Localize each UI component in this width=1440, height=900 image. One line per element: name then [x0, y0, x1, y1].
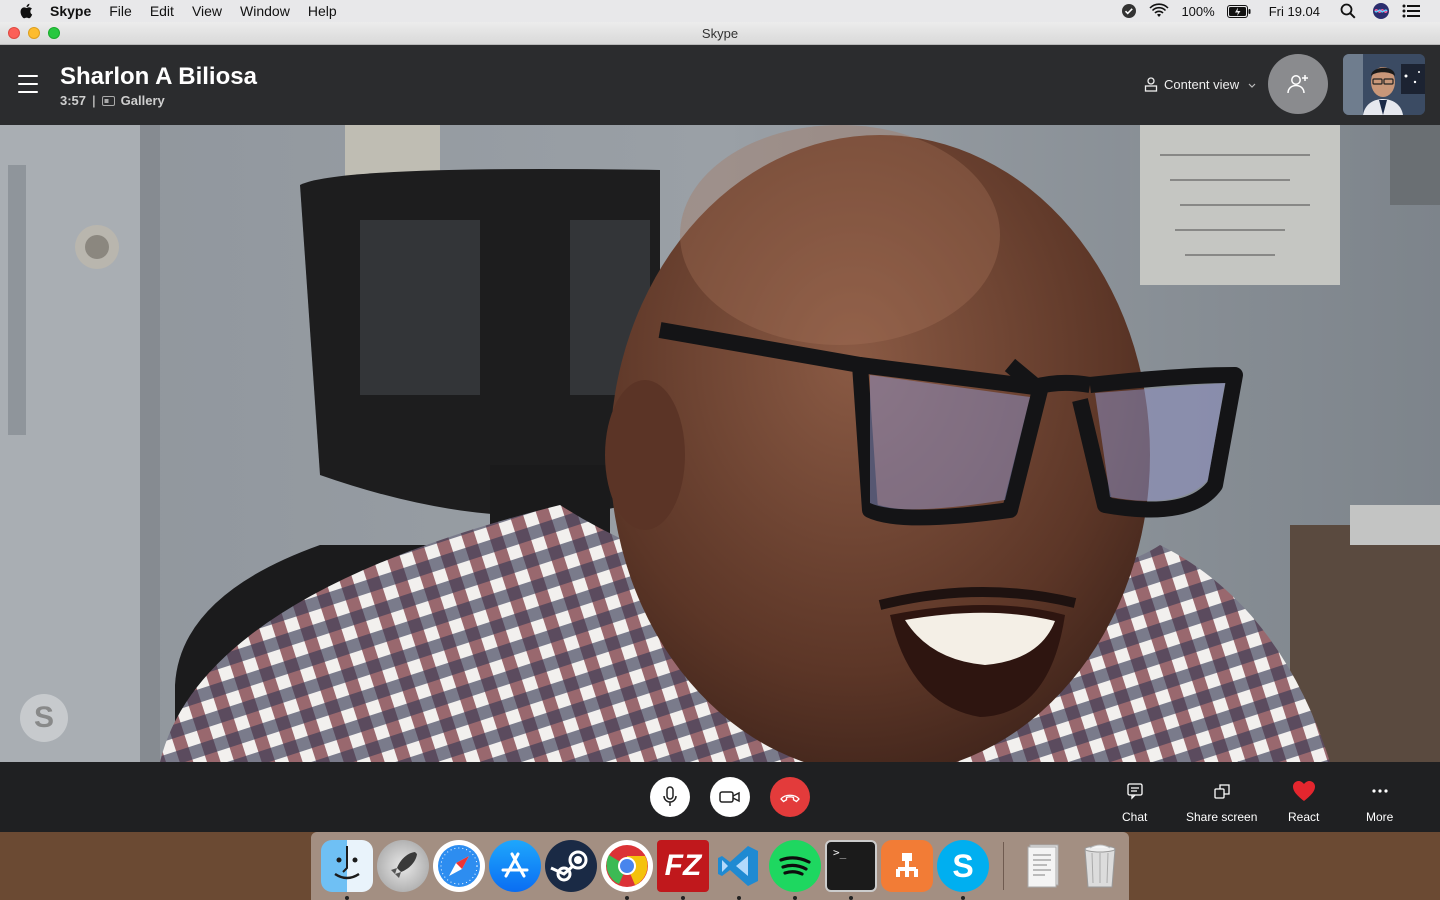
- menu-bar: Skype File Edit View Window Help 100% Fr…: [0, 0, 1440, 22]
- dock-launchpad[interactable]: [377, 840, 429, 892]
- mute-microphone-button[interactable]: [650, 777, 690, 817]
- siri-icon[interactable]: [1372, 2, 1390, 20]
- vscode-icon: [713, 840, 765, 892]
- content-view-label: Content view: [1164, 77, 1240, 92]
- window-close-button[interactable]: [8, 27, 20, 39]
- toggle-video-button[interactable]: [710, 777, 750, 817]
- trash-icon: [1074, 840, 1126, 892]
- chat-icon: [1127, 783, 1143, 800]
- safari-icon: [433, 840, 485, 892]
- add-participant-button[interactable]: [1268, 54, 1328, 114]
- terminal-prompt: >_: [833, 846, 847, 859]
- hamburger-menu-icon[interactable]: [18, 75, 38, 93]
- call-header: Sharlon A Biliosa 3:57 | Gallery Content…: [0, 45, 1440, 125]
- wifi-icon[interactable]: [1149, 3, 1170, 19]
- documents-icon: [1018, 840, 1070, 892]
- gallery-icon: [101, 95, 115, 106]
- chrome-icon: [601, 840, 653, 892]
- chat-button[interactable]: Chat: [1122, 780, 1147, 824]
- dock-sourcetree[interactable]: [881, 840, 933, 892]
- heart-icon: [1292, 781, 1315, 801]
- self-video-thumbnail[interactable]: [1343, 54, 1425, 115]
- microphone-icon: [663, 786, 677, 806]
- react-button[interactable]: React: [1288, 780, 1319, 824]
- call-duration: 3:57: [60, 93, 87, 108]
- sourcetree-icon: [881, 840, 933, 892]
- more-dots-icon: [1372, 789, 1388, 793]
- menu-window[interactable]: Window: [240, 3, 290, 19]
- more-label: More: [1366, 810, 1394, 824]
- dock-vscode[interactable]: [713, 840, 765, 900]
- dock-terminal[interactable]: >_: [825, 840, 877, 900]
- macos-dock: FZ >_ S: [311, 832, 1129, 900]
- menu-file[interactable]: File: [109, 3, 132, 19]
- launchpad-icon: [377, 840, 429, 892]
- chevron-down-icon: [1248, 83, 1256, 88]
- apple-logo-icon[interactable]: [18, 2, 36, 20]
- window-minimize-button[interactable]: [28, 27, 40, 39]
- view-mode-label[interactable]: Gallery: [121, 93, 165, 108]
- dock-separator: [1003, 842, 1004, 890]
- share-screen-button[interactable]: Share screen: [1186, 780, 1257, 824]
- menu-help[interactable]: Help: [308, 3, 337, 19]
- skype-icon: S: [937, 840, 989, 892]
- window-title: Skype: [701, 25, 739, 41]
- subtitle-separator: |: [92, 93, 96, 108]
- chat-label: Chat: [1122, 810, 1148, 824]
- dock-skype[interactable]: S: [937, 840, 989, 900]
- skype-logo-letter: S: [952, 847, 974, 884]
- remote-video-feed[interactable]: S: [0, 125, 1440, 762]
- check-badge-icon[interactable]: [1121, 3, 1137, 19]
- menubar-clock[interactable]: Fri 19.04: [1269, 4, 1320, 19]
- spotlight-search-icon[interactable]: [1340, 3, 1356, 19]
- spotify-icon: [769, 840, 821, 892]
- app-store-icon: [489, 840, 541, 892]
- add-person-icon: [1287, 75, 1308, 94]
- battery-percentage: 100%: [1181, 3, 1215, 19]
- dock-finder[interactable]: [321, 840, 373, 900]
- notification-center-icon[interactable]: [1402, 4, 1420, 18]
- dock-documents-stack[interactable]: [1018, 840, 1070, 892]
- end-call-button[interactable]: [770, 777, 810, 817]
- content-view-button[interactable]: Content view: [1144, 77, 1257, 92]
- share-screen-label: Share screen: [1186, 810, 1258, 824]
- filezilla-logo-text: FZ: [664, 849, 702, 882]
- caller-name: Sharlon A Biliosa: [60, 63, 257, 90]
- filezilla-icon: FZ: [657, 840, 709, 892]
- dock-app-store[interactable]: [489, 840, 541, 892]
- skype-watermark-icon: S: [20, 694, 68, 742]
- terminal-icon: >_: [825, 840, 877, 892]
- dock-safari[interactable]: [433, 840, 485, 892]
- dock-steam[interactable]: [545, 840, 597, 892]
- battery-icon[interactable]: [1226, 4, 1251, 18]
- steam-icon: [545, 840, 597, 892]
- menu-app-name[interactable]: Skype: [50, 3, 91, 19]
- hang-up-icon: [780, 794, 800, 803]
- dock-filezilla[interactable]: FZ: [657, 840, 709, 900]
- dock-chrome[interactable]: [601, 840, 653, 900]
- call-controls-bar: Chat Share screen React More: [0, 762, 1440, 832]
- dock-trash[interactable]: [1074, 840, 1126, 892]
- video-camera-icon: [719, 791, 740, 803]
- person-icon: [1144, 77, 1158, 92]
- window-fullscreen-button[interactable]: [48, 27, 60, 39]
- react-label: React: [1288, 810, 1320, 824]
- window-title-bar: Skype: [0, 22, 1440, 45]
- more-button[interactable]: More: [1366, 780, 1393, 824]
- call-subtitle: 3:57 | Gallery: [60, 93, 165, 108]
- finder-icon: [321, 840, 373, 892]
- share-screen-icon: [1214, 784, 1230, 799]
- dock-spotify[interactable]: [769, 840, 821, 900]
- menu-view[interactable]: View: [192, 3, 222, 19]
- menu-edit[interactable]: Edit: [150, 3, 174, 19]
